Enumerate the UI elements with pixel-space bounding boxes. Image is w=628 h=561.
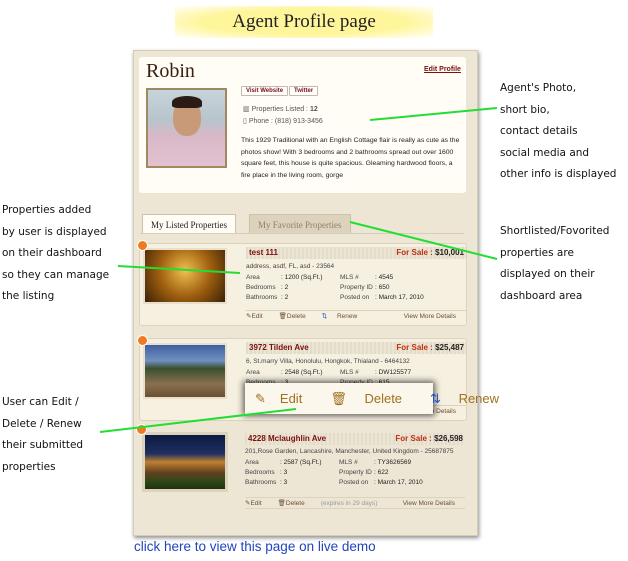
annotation-edit: User can Edit / Delete / Renew their submi… <box>2 396 84 473</box>
annotation-line <box>99 408 297 433</box>
annotation-favorites: Shortlisted/Fovorited properties are displ… <box>500 225 610 302</box>
live-demo-link[interactable]: click here to view this page on live dem… <box>134 539 376 554</box>
annotation-line <box>369 107 498 121</box>
annotation-added: Properties added by user is displayed on t… <box>2 204 110 302</box>
annotation-line <box>117 265 241 274</box>
annotation-line <box>349 221 498 260</box>
annotation-profile: Agent's Photo, short bio, contact details s… <box>500 82 617 180</box>
